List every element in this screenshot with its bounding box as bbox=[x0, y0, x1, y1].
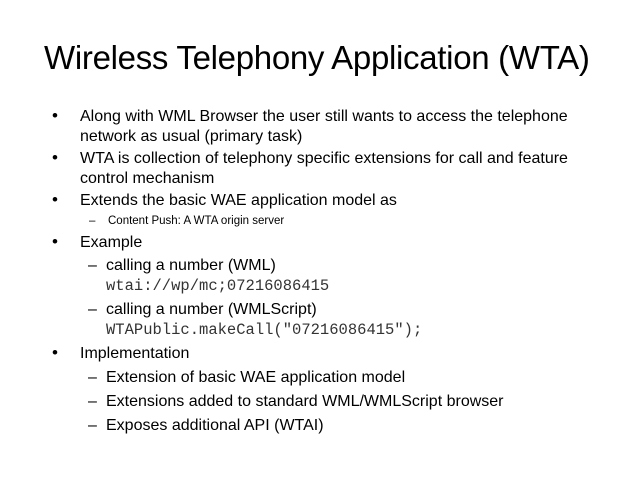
bullet-1-line-2: network as usual (primary task) bbox=[80, 128, 303, 145]
bullet-5-sub-2: Extensions added to standard WML/WMLScri… bbox=[106, 393, 504, 410]
bullet-4-sub-2-label: calling a number (WMLScript) bbox=[106, 301, 317, 318]
bullet-2-line-1: WTA is collection of telephony specific … bbox=[80, 150, 568, 167]
dash-marker: – bbox=[88, 257, 97, 274]
bullet-2-line-2: control mechanism bbox=[80, 170, 215, 187]
dash-marker: – bbox=[88, 301, 97, 318]
bullet-4-line-1: Example bbox=[80, 234, 143, 251]
bullet-list: • Along with WML Browser the user still … bbox=[0, 0, 638, 478]
dash-marker: – bbox=[88, 393, 97, 410]
bullet-4-sub-2-code: WTAPublic.makeCall("07216086415"); bbox=[106, 321, 423, 339]
bullet-1-line-1: Along with WML Browser the user still wa… bbox=[80, 108, 568, 125]
bullet-marker: • bbox=[52, 190, 58, 209]
bullet-marker: • bbox=[52, 148, 58, 167]
dash-marker: – bbox=[89, 215, 96, 227]
bullet-5-sub-1: Extension of basic WAE application model bbox=[106, 369, 406, 386]
bullet-4-sub-1-code: wtai://wp/mc;07216086415 bbox=[106, 277, 330, 295]
bullet-marker: • bbox=[52, 343, 58, 362]
bullet-5-line-1: Implementation bbox=[80, 345, 190, 362]
bullet-5-sub-3: Exposes additional API (WTAI) bbox=[106, 417, 324, 434]
slide: Wireless Telephony Application (WTA) • A… bbox=[0, 0, 638, 478]
bullet-marker: • bbox=[52, 106, 58, 125]
bullet-4-sub-1-label: calling a number (WML) bbox=[106, 257, 276, 274]
dash-marker: – bbox=[88, 417, 97, 434]
bullet-3-sub-1: Content Push: A WTA origin server bbox=[108, 215, 285, 227]
bullet-marker: • bbox=[52, 232, 58, 251]
bullet-3-line-1: Extends the basic WAE application model … bbox=[80, 192, 397, 209]
dash-marker: – bbox=[88, 369, 97, 386]
